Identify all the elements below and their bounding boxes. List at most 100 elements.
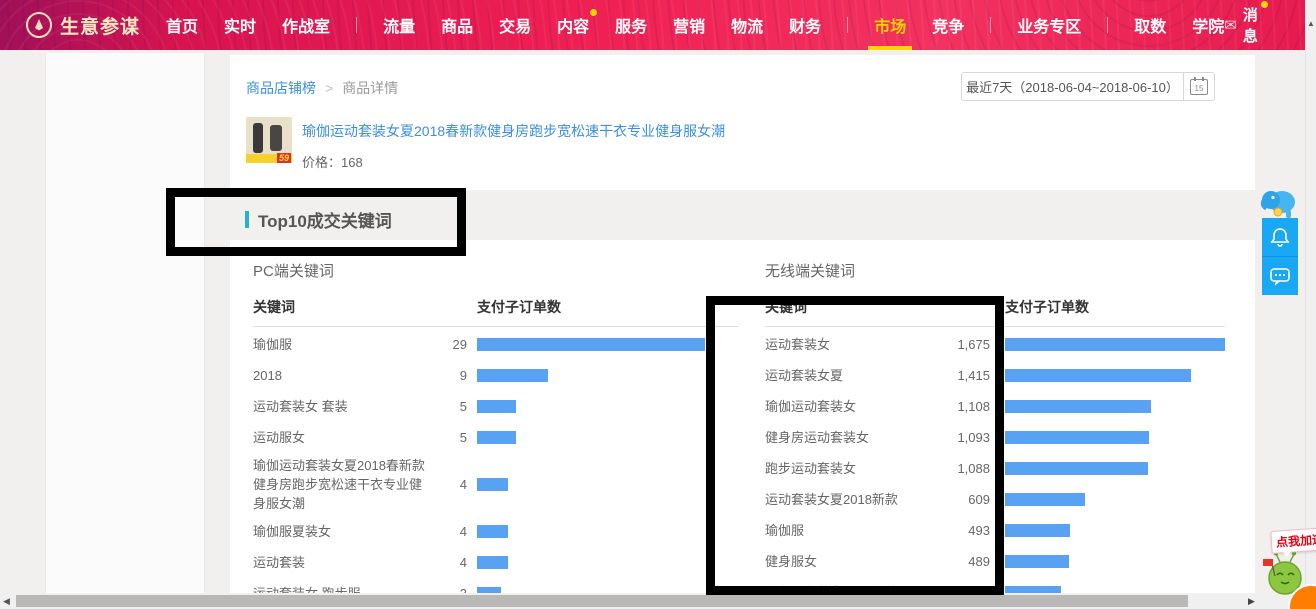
nav-item-流量[interactable]: 流量 xyxy=(383,0,415,50)
section-header: Top10成交关键词 xyxy=(245,207,392,232)
table-row: 瑜伽运动套装女夏2018春新款健身房跑步宽松速干衣专业健身服女潮4 xyxy=(253,453,738,516)
nav-item-作战室[interactable]: 作战室 xyxy=(282,0,330,50)
nav-item-交易[interactable]: 交易 xyxy=(499,0,531,50)
nav-item-实时[interactable]: 实时 xyxy=(224,0,256,50)
table-header: 关键词 支付子订单数 xyxy=(765,297,1225,327)
speed-up-promo-bubble[interactable]: 点我加速 xyxy=(1270,527,1316,554)
nav-item-label: 取数 xyxy=(1134,13,1166,37)
price-tag-badge: 59 xyxy=(277,153,291,163)
order-count-cell: 5 xyxy=(433,399,467,414)
order-count-bar xyxy=(1005,369,1191,382)
messages-button[interactable]: ✉ 消息 xyxy=(1224,4,1258,46)
scroll-right-arrow-icon[interactable]: ▶ xyxy=(1248,596,1255,607)
keyword-cell: 健身房运动套装女 xyxy=(765,425,945,450)
column-header-keyword: 关键词 xyxy=(765,297,1005,317)
order-count-cell: 1,415 xyxy=(945,368,990,383)
order-count-bar xyxy=(1005,338,1225,351)
brand-name: 生意参谋 xyxy=(60,12,140,39)
order-count-cell: 1,088 xyxy=(945,461,990,476)
column-header-keyword: 关键词 xyxy=(253,297,477,317)
notification-dot xyxy=(590,9,597,16)
keyword-cell: 运动服女 xyxy=(253,425,433,450)
table-row: 健身房运动套装女1,093 xyxy=(765,422,1225,453)
breadcrumb-link[interactable]: 商品店铺榜 xyxy=(246,78,316,98)
product-price: 价格：168 xyxy=(302,152,363,171)
nav-item-商品[interactable]: 商品 xyxy=(441,0,473,50)
breadcrumb: 商品店铺榜 > 商品详情 xyxy=(246,78,398,98)
elephant-mascot[interactable] xyxy=(1258,184,1298,225)
nav-divider xyxy=(356,17,357,33)
keyword-cell: 瑜伽服套装女2018新款 xyxy=(765,580,945,593)
column-header-orders: 支付子订单数 xyxy=(1005,297,1089,317)
table-header: 关键词 支付子订单数 xyxy=(253,297,738,327)
nav-item-label: 首页 xyxy=(166,13,198,37)
nav-item-label: 流量 xyxy=(383,13,415,37)
nav-item-内容[interactable]: 内容 xyxy=(557,0,589,50)
nav-item-市场[interactable]: 市场 xyxy=(874,0,906,50)
nav-item-label: 市场 xyxy=(874,13,906,37)
feedback-chat-button[interactable] xyxy=(1262,257,1298,295)
horizontal-scrollbar[interactable]: ◀ ▶ xyxy=(0,593,1305,609)
scroll-up-arrow-icon[interactable]: ▲ xyxy=(1307,19,1315,28)
nav-item-营销[interactable]: 营销 xyxy=(673,0,705,50)
nav-item-label: 服务 xyxy=(615,13,647,37)
calendar-button[interactable]: 15 xyxy=(1183,72,1215,101)
keyword-cell: 运动套装女夏2018新款 xyxy=(765,487,945,512)
nav-item-物流[interactable]: 物流 xyxy=(731,0,763,50)
order-count-bar xyxy=(477,556,508,569)
table-body: 运动套装女1,675运动套装女夏1,415瑜伽运动套装女1,108健身房运动套装… xyxy=(765,327,1225,593)
breadcrumb-current: 商品详情 xyxy=(342,78,398,98)
order-count-bar xyxy=(477,525,508,538)
order-count-cell: 1,108 xyxy=(945,399,990,414)
table-row: 运动套装4 xyxy=(253,547,738,578)
compass-logo-icon xyxy=(26,12,52,38)
bell-icon xyxy=(1270,227,1290,247)
order-count-cell: 5 xyxy=(433,430,467,445)
order-count-bar xyxy=(477,400,516,413)
nav-item-取数[interactable]: 取数 xyxy=(1134,0,1166,50)
order-count-cell: 1,675 xyxy=(945,337,990,352)
order-count-bar xyxy=(477,478,508,491)
order-count-bar xyxy=(1005,555,1069,568)
product-title-link[interactable]: 瑜伽运动套装女夏2018春新款健身房跑步宽松速干衣专业健身服女潮 xyxy=(302,121,725,141)
order-count-cell: 9 xyxy=(433,368,467,383)
nav-item-label: 业务专区 xyxy=(1017,13,1081,37)
keyword-cell: 瑜伽服夏装女 xyxy=(253,519,433,544)
keyword-cell: 运动套装 xyxy=(253,550,433,575)
table-row: 跑步运动套装女1,088 xyxy=(765,453,1225,484)
nav-item-label: 商品 xyxy=(441,13,473,37)
table-row: 瑜伽服29 xyxy=(253,329,738,360)
vertical-scrollbar[interactable]: ▲ xyxy=(1305,0,1316,609)
order-count-bar xyxy=(477,431,516,444)
scroll-left-arrow-icon[interactable]: ◀ xyxy=(3,596,10,607)
nav-item-财务[interactable]: 财务 xyxy=(789,0,821,50)
order-count-bar xyxy=(477,369,548,382)
keyword-cell: 跑步运动套装女 xyxy=(765,456,945,481)
product-thumbnail[interactable]: 59 xyxy=(246,117,292,163)
nav-item-业务专区[interactable]: 业务专区 xyxy=(1017,0,1081,50)
order-count-cell: 4 xyxy=(433,524,467,539)
nav-item-首页[interactable]: 首页 xyxy=(166,0,198,50)
keyword-cell: 健身服女 xyxy=(765,549,945,574)
date-range-selector[interactable]: 最近7天（2018-06-04~2018-06-10） xyxy=(961,72,1184,101)
nav-item-竞争[interactable]: 竞争 xyxy=(932,0,964,50)
keyword-cell: 瑜伽运动套装女 xyxy=(765,394,945,419)
keywords-card: PC端关键词 关键词 支付子订单数 瑜伽服2920189运动套装女 套装5运动服… xyxy=(230,240,1255,593)
nav-item-label: 实时 xyxy=(224,13,256,37)
nav-item-学院[interactable]: 学院 xyxy=(1192,0,1224,50)
horizontal-scrollbar-thumb[interactable] xyxy=(16,595,1188,607)
order-count-cell: 489 xyxy=(945,554,990,569)
column-header-orders: 支付子订单数 xyxy=(477,297,561,317)
table-row: 运动套装女 套装5 xyxy=(253,391,738,422)
notification-dot xyxy=(1261,1,1268,8)
nav-item-服务[interactable]: 服务 xyxy=(615,0,647,50)
keyword-cell: 运动套装女 套装 xyxy=(253,394,433,419)
keyword-cell: 瑜伽服 xyxy=(765,518,945,543)
nav-item-label: 竞争 xyxy=(932,13,964,37)
pc-keywords-panel: PC端关键词 关键词 支付子订单数 瑜伽服2920189运动套装女 套装5运动服… xyxy=(253,264,738,593)
elephant-mascot-icon xyxy=(1258,184,1298,220)
table-row: 健身服女489 xyxy=(765,546,1225,577)
order-count-bar xyxy=(1005,493,1085,506)
order-count-cell: 609 xyxy=(945,492,990,507)
brand-logo[interactable]: 生意参谋 xyxy=(26,12,140,39)
